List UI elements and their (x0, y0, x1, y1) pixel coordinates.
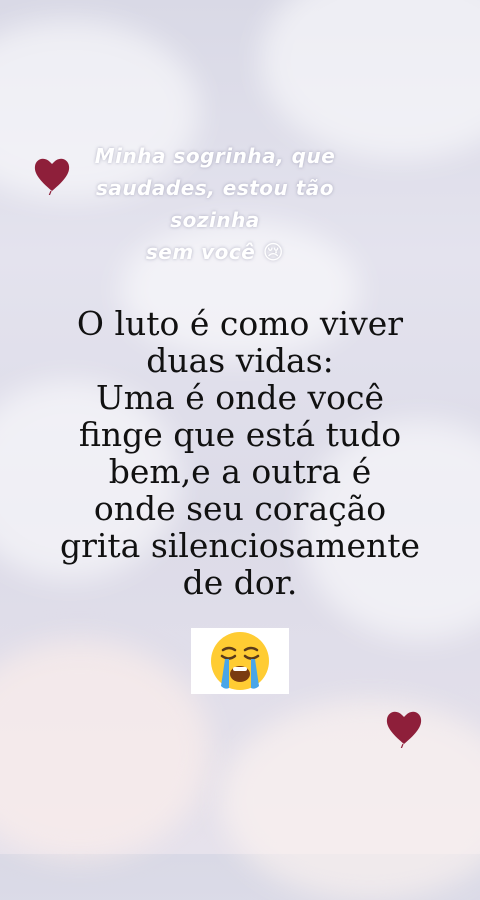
heart-icon (386, 711, 422, 748)
caption-line-2: saudades, estou tão sozinha (95, 176, 335, 232)
top-caption: Minha sogrinha, que saudades, estou tão … (60, 140, 370, 268)
quote-line-4: finge que está tudo (78, 415, 402, 454)
quote-line-5: bem,e a outra é (108, 452, 372, 491)
emoji-frame (191, 628, 289, 694)
quote-line-8: de dor. (182, 563, 298, 602)
quote-line-7: grita silenciosamente (59, 526, 421, 565)
quote-line-1: O luto é como viver (76, 304, 404, 343)
quote-line-3: Uma é onde você (95, 378, 385, 417)
loudly-crying-face-icon (211, 632, 269, 690)
caption-line-1: Minha sogrinha, que (94, 144, 336, 168)
quote-line-6: onde seu coração (93, 489, 387, 528)
caption-line-3: sem você 😢 (145, 240, 285, 264)
quote-text: O luto é como viver duas vidas: Uma é on… (30, 305, 450, 601)
quote-line-2: duas vidas: (146, 341, 334, 380)
